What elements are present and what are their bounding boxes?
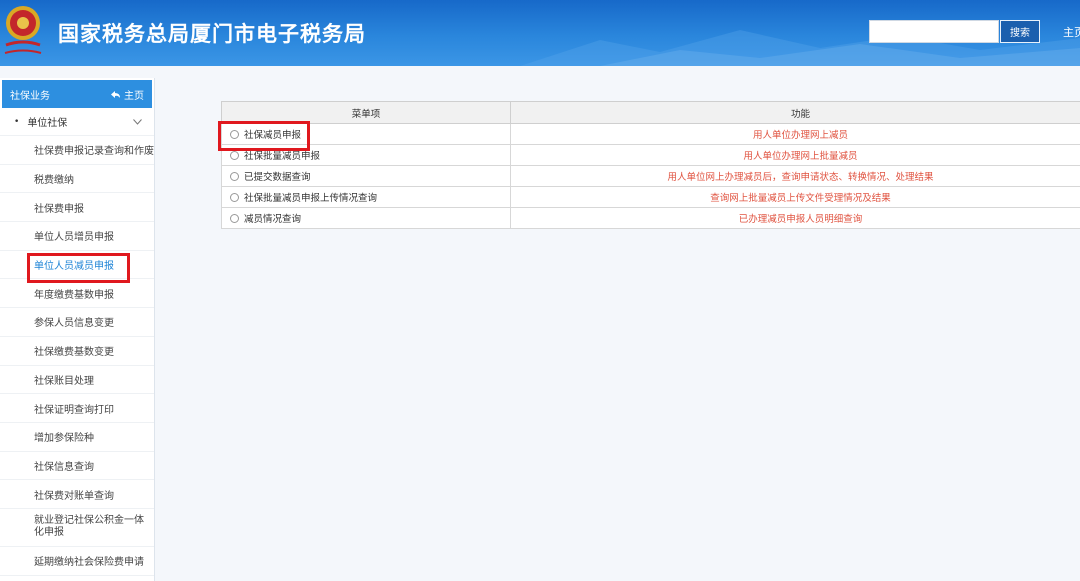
table-row[interactable]: 社保批量减员申报上传情况查询 查询网上批量减员上传文件受理情况及结果 [221,186,1080,208]
sidebar-header: 社保业务 主页 [2,80,152,108]
site-title: 国家税务总局厦门市电子税务局 [58,22,366,46]
sidebar-item-fee-declaration[interactable]: 社保费申报 [0,193,154,223]
table-row[interactable]: 社保批量减员申报 用人单位办理网上批量减员 [221,144,1080,166]
table-row[interactable]: 减员情况查询 已办理减员申报人员明细查询 [221,207,1080,229]
sidebar-item-tax-payment[interactable]: 税费缴纳 [0,165,154,194]
sidebar-item-statement-query[interactable]: 社保费对账单查询 [0,480,154,509]
menu-item-label[interactable]: 已提交数据查询 [244,169,311,183]
radio-button[interactable] [230,192,239,202]
function-description: 用人单位办理网上批量减员 [510,144,1080,166]
sidebar-item-add-insurance[interactable]: 增加参保险种 [0,423,154,452]
sidebar-item-annual-base[interactable]: 年度缴费基数申报 [0,279,154,309]
sidebar-home-label: 主页 [124,90,144,102]
top-banner: 国家税务总局厦门市电子税务局 搜索 主页 [0,0,1080,66]
table-header-row: 菜单项 功能 [221,101,1080,124]
table-row[interactable]: 已提交数据查询 用人单位网上办理减员后，查询申请状态、转换情况、处理结果 [221,165,1080,187]
menu-table-container: 菜单项 功能 社保减员申报 用人单位办理网上减员 社保批量减员申报 用人单位办理… [221,101,1080,229]
sidebar-item-certificate-print[interactable]: 社保证明查询打印 [0,394,154,423]
home-link[interactable]: 主页 [1063,24,1080,40]
sidebar-item-integrated-declaration[interactable]: 就业登记社保公积金一体化申报 [0,509,154,547]
sidebar-home-button[interactable]: 主页 [111,87,144,102]
sidebar-group-unit-social-security[interactable]: • 单位社保 [0,108,154,136]
bullet-icon: • [14,116,20,127]
function-description: 用人单位办理网上减员 [510,123,1080,145]
sidebar-item-record-query[interactable]: 社保费申报记录查询和作废 [0,136,154,165]
sidebar-item-account-processing[interactable]: 社保账目处理 [0,366,154,395]
search-button[interactable]: 搜索 [1000,20,1040,43]
menu-item-label[interactable]: 社保批量减员申报上传情况查询 [244,190,377,204]
menu-item-label[interactable]: 减员情况查询 [244,211,301,225]
menu-table: 菜单项 功能 社保减员申报 用人单位办理网上减员 社保批量减员申报 用人单位办理… [221,101,1080,229]
sidebar-item-staff-addition[interactable]: 单位人员增员申报 [0,222,154,251]
sidebar-item-insured-info-change[interactable]: 参保人员信息变更 [0,308,154,337]
sidebar: 社保业务 主页 • 单位社保 社保费申报记录查询和作废 税费缴纳 社保费申报 单… [0,78,155,581]
sidebar-item-deferred-payment[interactable]: 延期缴纳社会保险费申请 [0,547,154,576]
sidebar-item-info-query[interactable]: 社保信息查询 [0,452,154,481]
search-input[interactable] [869,20,999,43]
annotation-highlight-box [218,121,310,151]
chevron-down-icon [133,118,142,125]
tax-emblem-icon [4,6,42,54]
back-arrow-icon [111,90,120,98]
sidebar-title: 社保业务 [10,90,50,102]
column-header-function: 功能 [510,101,1080,124]
radio-button[interactable] [230,213,239,223]
function-description: 已办理减员申报人员明细查询 [510,207,1080,229]
radio-button[interactable] [230,171,239,181]
sidebar-item-base-change[interactable]: 社保缴费基数变更 [0,337,154,366]
function-description: 用人单位网上办理减员后，查询申请状态、转换情况、处理结果 [510,165,1080,187]
table-row[interactable]: 社保减员申报 用人单位办理网上减员 [221,123,1080,145]
function-description: 查询网上批量减员上传文件受理情况及结果 [510,186,1080,208]
sidebar-group-label: 单位社保 [27,118,68,129]
sidebar-item-staff-reduction[interactable]: 单位人员减员申报 [0,251,154,283]
radio-button[interactable] [230,150,239,160]
